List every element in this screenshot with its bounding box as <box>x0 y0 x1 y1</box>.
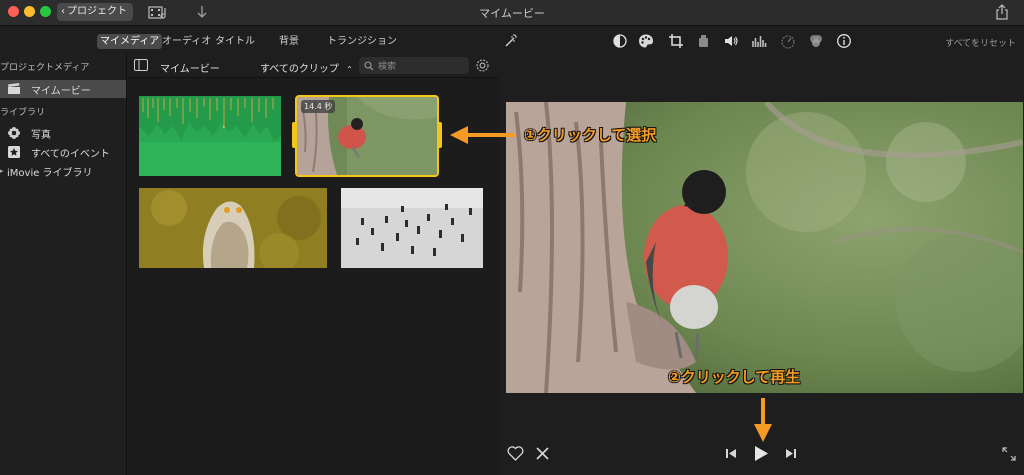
annotation-arrows <box>450 126 772 442</box>
select-annotation: ①クリックして選択 <box>524 126 657 144</box>
play-annotation: ②クリックして再生 <box>668 368 801 386</box>
